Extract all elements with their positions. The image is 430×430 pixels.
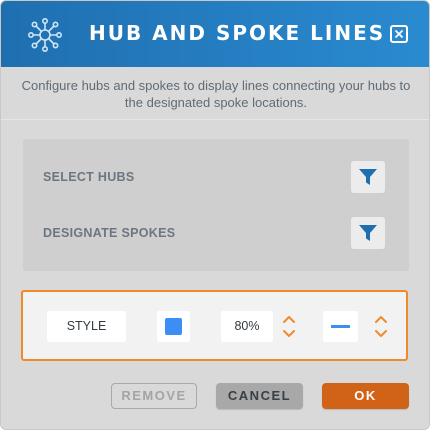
line-width-stepper-icon[interactable]	[373, 314, 389, 344]
opacity-value[interactable]: 80%	[221, 311, 273, 342]
ok-button[interactable]: OK	[322, 383, 409, 409]
line-style-panel: STYLE 80%	[21, 290, 408, 361]
dialog-description: Configure hubs and spokes to display lin…	[21, 78, 411, 110]
designate-spokes-filter-button[interactable]	[351, 217, 385, 249]
close-button[interactable]	[390, 25, 408, 43]
style-label: STYLE	[47, 311, 126, 342]
line-style-picker[interactable]	[323, 311, 358, 342]
remove-button[interactable]: REMOVE	[111, 383, 197, 409]
filter-icon	[359, 169, 377, 185]
opacity-stepper-icon[interactable]	[281, 314, 297, 344]
select-hubs-label: SELECT HUBS	[43, 170, 135, 184]
dialog-title: HUB AND SPOKE LINES	[89, 21, 386, 45]
select-hubs-filter-button[interactable]	[351, 161, 385, 193]
line-color-swatch	[165, 318, 182, 335]
filter-icon	[359, 225, 377, 241]
select-hubs-row: SELECT HUBS	[23, 149, 409, 205]
divider	[1, 119, 429, 120]
designate-spokes-label: DESIGNATE SPOKES	[43, 226, 176, 240]
hub-spoke-icon	[27, 17, 62, 52]
dialog-header: HUB AND SPOKE LINES	[1, 1, 429, 67]
cancel-button[interactable]: CANCEL	[216, 383, 303, 409]
close-icon	[394, 29, 404, 39]
hub-spoke-config-panel: SELECT HUBS DESIGNATE SPOKES	[23, 139, 409, 271]
line-color-picker[interactable]	[157, 311, 190, 342]
solid-line-icon	[331, 325, 350, 328]
hub-spoke-dialog: HUB AND SPOKE LINES Configure hubs and s…	[0, 0, 430, 430]
designate-spokes-row: DESIGNATE SPOKES	[23, 205, 409, 261]
